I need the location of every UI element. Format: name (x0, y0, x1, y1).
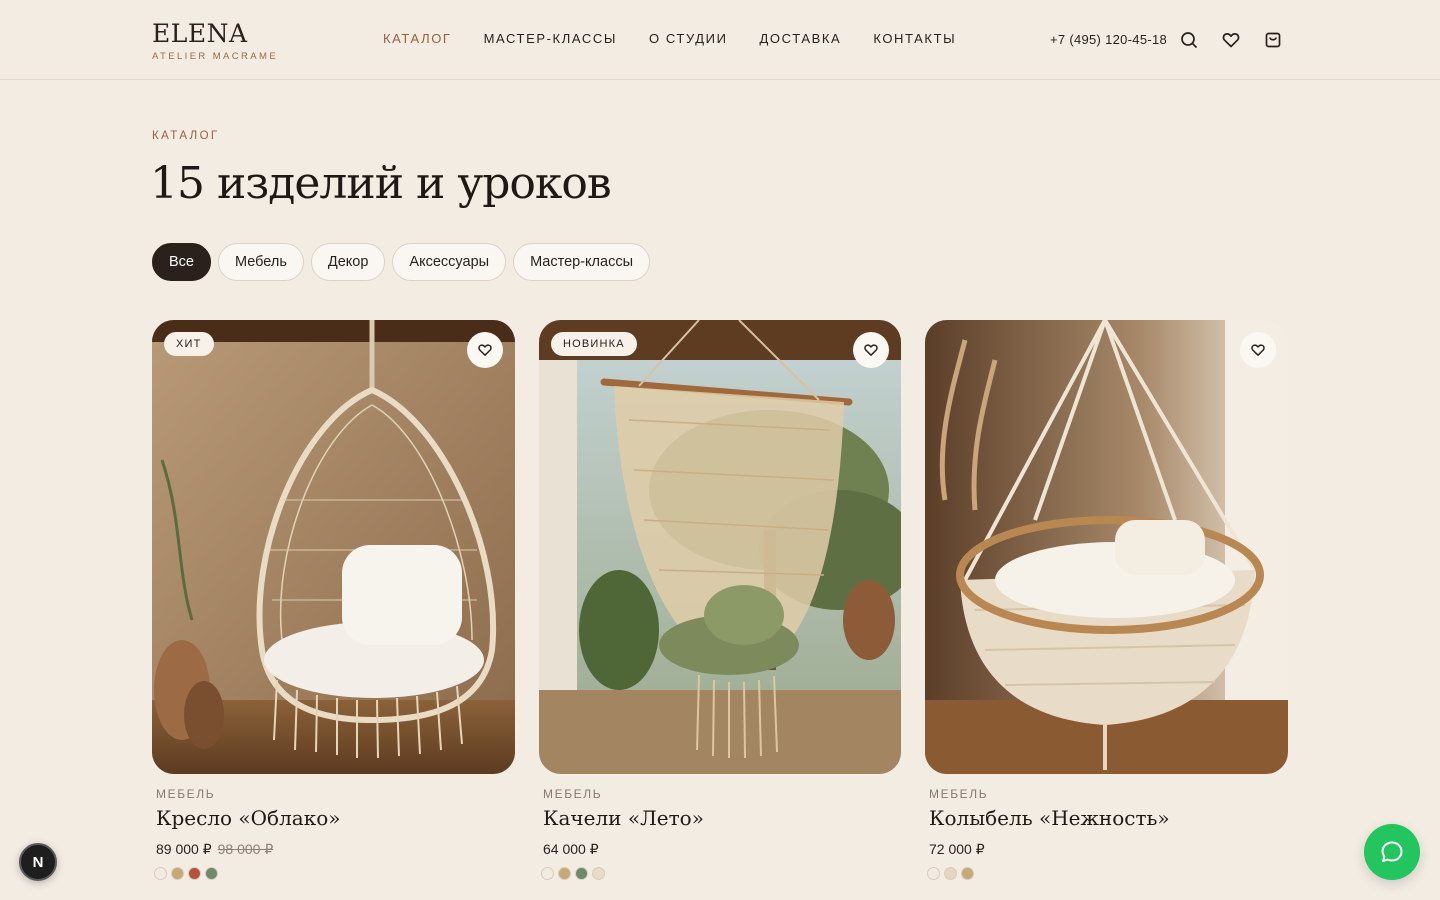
product-image[interactable] (925, 320, 1288, 774)
nav-item-catalog[interactable]: КАТАЛОГ (383, 31, 452, 46)
color-swatch[interactable] (961, 867, 974, 880)
color-swatches (927, 867, 974, 880)
color-swatch[interactable] (927, 867, 940, 880)
nav-item-master-classes[interactable]: МАСТЕР-КЛАССЫ (484, 31, 617, 46)
heart-icon (1251, 344, 1265, 356)
hit-badge: ХИТ (164, 332, 214, 356)
color-swatches (541, 867, 605, 880)
color-swatch[interactable] (592, 867, 605, 880)
product-card[interactable]: НОВИНКА МЕБЕЛЬ Качели «Лето» 64 000 ₽ (539, 320, 901, 880)
color-swatch[interactable] (558, 867, 571, 880)
filter-furniture[interactable]: Мебель (218, 243, 304, 281)
product-category: МЕБЕЛЬ (543, 787, 603, 801)
product-price: 89 000 ₽ (156, 841, 212, 857)
shopping-bag-icon[interactable] (1263, 30, 1283, 50)
product-price-row: 72 000 ₽ (929, 841, 985, 858)
product-title[interactable]: Кресло «Облако» (156, 806, 341, 830)
product-category: МЕБЕЛЬ (156, 787, 216, 801)
nav-item-contacts[interactable]: КОНТАКТЫ (873, 31, 956, 46)
filter-accessories[interactable]: Аксессуары (392, 243, 507, 281)
search-icon[interactable] (1179, 30, 1199, 50)
filter-chips: Все Мебель Декор Аксессуары Мастер-класс… (152, 243, 651, 281)
nav-item-delivery[interactable]: ДОСТАВКА (760, 31, 842, 46)
chat-bubble-icon (1381, 841, 1403, 862)
heart-icon (478, 344, 492, 356)
product-price: 72 000 ₽ (929, 841, 985, 857)
color-swatch[interactable] (188, 867, 201, 880)
product-price: 64 000 ₽ (543, 841, 599, 857)
color-swatch[interactable] (154, 867, 167, 880)
catalog-eyebrow: КАТАЛОГ (152, 130, 220, 142)
new-badge: НОВИНКА (551, 332, 637, 356)
color-swatches (154, 867, 218, 880)
product-price-row: 89 000 ₽ 98 000 ₽ (156, 841, 273, 858)
color-swatch[interactable] (944, 867, 957, 880)
color-swatch[interactable] (171, 867, 184, 880)
product-card[interactable]: МЕБЕЛЬ Колыбель «Нежность» 72 000 ₽ (925, 320, 1288, 880)
favorite-button[interactable] (1240, 332, 1276, 368)
page-title: 15 изделий и уроков (150, 158, 612, 209)
product-old-price: 98 000 ₽ (217, 841, 274, 857)
color-swatch[interactable] (205, 867, 218, 880)
product-title[interactable]: Колыбель «Нежность» (929, 806, 1170, 830)
main-nav: КАТАЛОГ МАСТЕР-КЛАССЫ О СТУДИИ ДОСТАВКА … (383, 31, 956, 46)
logo[interactable]: ELENA ATELIER MACRAME (152, 19, 279, 63)
filter-decor[interactable]: Декор (310, 243, 386, 281)
phone-link[interactable]: +7 (495) 120-45-18 (1050, 32, 1167, 47)
nav-item-about[interactable]: О СТУДИИ (649, 31, 728, 46)
product-image[interactable]: ХИТ (152, 320, 515, 774)
logo-name: ELENA (152, 19, 248, 48)
filter-master-classes[interactable]: Мастер-классы (513, 243, 651, 281)
hanging-egg-chair-image (152, 320, 515, 774)
product-title[interactable]: Качели «Лето» (543, 806, 704, 830)
color-swatch[interactable] (575, 867, 588, 880)
hammock-swing-image (539, 320, 901, 774)
product-category: МЕБЕЛЬ (929, 787, 989, 801)
product-price-row: 64 000 ₽ (543, 841, 599, 858)
heart-icon[interactable] (1221, 30, 1241, 50)
color-swatch[interactable] (541, 867, 554, 880)
filter-all[interactable]: Все (152, 243, 211, 281)
favorite-button[interactable] (853, 332, 889, 368)
logo-subtitle: ATELIER MACRAME (152, 51, 279, 62)
macrame-cradle-image (925, 320, 1288, 774)
favorite-button[interactable] (467, 332, 503, 368)
site-header: ELENA ATELIER MACRAME КАТАЛОГ МАСТЕР-КЛА… (0, 0, 1440, 80)
n-badge-button[interactable]: N (19, 843, 57, 881)
product-card[interactable]: ХИТ МЕБЕЛЬ Кресло «Облако» 89 000 ₽ 98 00… (152, 320, 515, 880)
product-image[interactable]: НОВИНКА (539, 320, 901, 774)
chat-button[interactable] (1364, 824, 1420, 880)
heart-icon (864, 344, 878, 356)
